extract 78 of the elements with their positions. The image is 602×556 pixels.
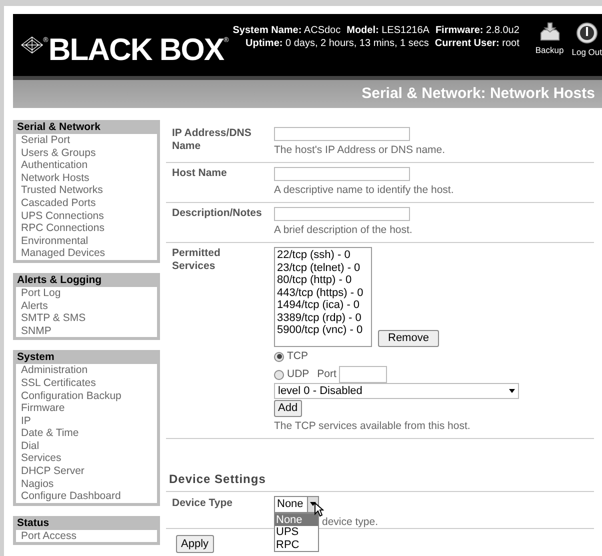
system-info: Firmware: 2.8.0u2 [435,24,520,37]
system-info: Model: LES1216A [346,24,430,37]
section-heading: Device Settings [166,470,594,492]
sidebar-link[interactable]: Cascaded Ports [21,196,152,210]
apply-button[interactable]: Apply [176,534,214,553]
sidebar-link[interactable]: Authentication [21,159,152,172]
service-option[interactable]: 1494/tcp (ica) - 0 [277,299,371,312]
service-option[interactable]: 5900/tcp (vnc) - 0 [277,324,371,336]
level-select[interactable]: level 0 - Disabled [274,383,519,399]
sidebar-link[interactable]: Environmental [21,234,152,248]
radio-button[interactable] [274,352,284,362]
help-text: The host's IP Address or DNS name. [274,143,446,158]
help-text: A descriptive name to identify the host. [274,183,454,198]
sidebar-heading: System [16,350,56,364]
dropdown-option[interactable]: RPC [275,538,318,552]
port-field[interactable] [339,366,388,383]
services-list[interactable]: 22/tcp (ssh) - 0 23/tcp (telnet) - 0 80/tcp (http) - 0 443/tcp (https) - 0 1494/tcp (ica) - 0 3389/tcp (rdp) - 0 5900/tcp (vnc) - 0 [274,247,372,347]
dropdown-option[interactable]: UPS [275,526,318,539]
sidebar-link[interactable]: Users & Groups [21,146,152,160]
system-info: Current User: root [434,37,520,50]
system-info: System Name: ACSdoc [232,24,341,37]
help-text: A brief description of the host. [274,223,412,238]
sidebar-link[interactable]: Configure Dashboard [21,490,152,503]
add-button[interactable]: Add [274,400,302,417]
service-option[interactable]: 22/tcp (ssh) - 0 [277,249,371,262]
sidebar-link[interactable]: Network Hosts [21,172,152,184]
header-action-button[interactable]: Backup [535,22,564,58]
sidebar-link[interactable]: Date & Time [21,427,152,440]
service-option[interactable]: 3389/tcp (rdp) - 0 [277,312,371,324]
text-field[interactable] [274,167,410,182]
sidebar-link[interactable]: SMTP & SMS [21,312,152,325]
sidebar-link[interactable]: IP [21,414,152,428]
field-label: Description/Notes [171,207,263,221]
sidebar-link[interactable]: Serial Port [21,134,152,147]
sidebar-heading: Serial & Network [16,120,102,134]
sidebar-link[interactable]: Configuration Backup [21,390,152,402]
sidebar-link[interactable]: DHCP Server [21,465,152,478]
header-action-button[interactable]: Log Out [572,22,602,58]
text-field[interactable] [274,207,410,222]
remove-button[interactable]: Remove [378,330,439,347]
sidebar-link[interactable]: Managed Devices [21,247,152,260]
help-text: device type. [322,514,378,530]
field-label: Permitted Services [171,247,222,274]
system-info: Uptime: 0 days, 2 hours, 13 mins, 1 secs [245,37,429,50]
service-option[interactable]: 80/tcp (http) - 0 [277,274,371,286]
sidebar-link[interactable]: Dial [21,440,152,452]
caret-icon [310,502,316,506]
radio-label: UDP [287,366,310,382]
help-text: The TCP services available from this host. [274,419,472,434]
service-option[interactable]: 23/tcp (telnet) - 0 [277,262,371,274]
sidebar-link[interactable]: RPC Connections [21,222,152,235]
field-label: IP Address/DNS Name [171,127,252,154]
sidebar-link[interactable]: SSL Certificates [21,376,152,390]
sidebar-link[interactable]: Trusted Networks [21,184,152,197]
field-label: Device Type [171,496,234,511]
sidebar-heading: Alerts & Logging [16,272,103,287]
dropdown-option[interactable]: None [275,514,318,526]
sidebar-link[interactable]: Firmware [21,402,152,415]
sidebar-link[interactable]: Alerts [21,300,152,312]
tray-arrow-icon [538,22,561,42]
field-label: Host Name [171,167,228,181]
logo-text: BLACK BOX [48,34,224,64]
page-title: Serial & Network: Network Hosts [362,84,595,104]
sidebar-link[interactable]: Services [21,452,152,466]
radio-label: TCP [287,348,308,364]
service-option[interactable]: 443/tcp (https) - 0 [277,286,371,299]
sidebar-link[interactable]: Administration [21,364,152,377]
sidebar-link[interactable]: SNMP [21,324,152,338]
sidebar-heading: Status [16,516,50,530]
device-type-select[interactable]: None [274,496,319,513]
port-label: Port [317,366,336,382]
sidebar-link[interactable]: Port Log [21,286,152,300]
power-icon [576,22,598,44]
radio-button[interactable] [274,370,284,380]
text-field[interactable] [274,127,410,142]
caret-icon [509,389,515,393]
sidebar-link[interactable]: Nagios [21,478,152,490]
sidebar-link[interactable]: UPS Connections [21,210,152,222]
